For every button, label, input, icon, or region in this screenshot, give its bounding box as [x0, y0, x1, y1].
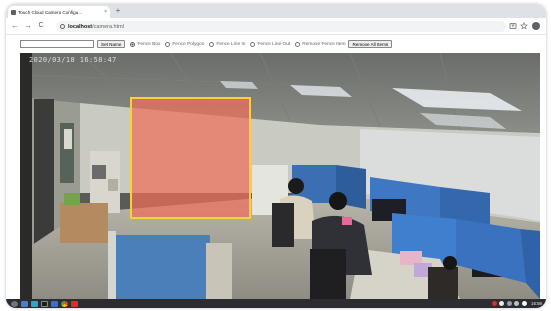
translate-icon[interactable] — [509, 22, 517, 30]
mode-radio-fence-polygon[interactable] — [165, 41, 171, 47]
notification-icon[interactable] — [499, 300, 504, 306]
reload-button[interactable]: C — [36, 21, 46, 31]
record-status-icon[interactable] — [491, 300, 497, 306]
clock[interactable]: 16:58 — [531, 301, 542, 306]
fence-controls: Set Name Fence Box Fence Polygon Fence L… — [6, 36, 546, 52]
fence-name-input[interactable] — [20, 40, 94, 48]
back-button[interactable]: ← — [10, 21, 20, 31]
camera-feed[interactable]: 2020/03/18 16:58:47 — [20, 53, 540, 299]
folder-icon[interactable] — [51, 300, 58, 307]
network-icon[interactable] — [506, 300, 512, 306]
new-tab-button[interactable]: + — [113, 6, 123, 16]
mode-label-remove-fence-item: Remove Fence Item — [302, 41, 346, 47]
page-favicon-icon — [11, 9, 16, 15]
tab-title: Touch Cloud Camera Configu... — [18, 9, 83, 15]
site-info-icon[interactable] — [60, 24, 65, 29]
os-taskbar: 16:58 — [6, 299, 546, 308]
mode-radio-remove-fence-item[interactable] — [295, 41, 301, 47]
mode-radio-fence-line-out[interactable] — [250, 41, 256, 47]
mode-label-fence-polygon: Fence Polygon — [172, 41, 205, 47]
url-host: localhost — [68, 23, 93, 30]
fence-box[interactable] — [130, 97, 251, 219]
mode-label-fence-line-out: Fence Line Out — [257, 41, 291, 47]
set-name-button[interactable]: Set Name — [97, 40, 126, 48]
address-bar[interactable]: localhost /camera.html — [56, 21, 506, 32]
remove-all-items-button[interactable]: Remove All Items — [348, 40, 393, 48]
launcher-icon[interactable] — [11, 300, 18, 307]
browser-window: Touch Cloud Camera Configu... × + ← → C … — [6, 4, 546, 308]
office-scene — [20, 53, 540, 299]
chrome-icon[interactable] — [61, 300, 68, 307]
mode-radio-fence-line-in[interactable] — [209, 41, 215, 47]
mode-label-fence-line-in: Fence Line In — [216, 41, 246, 47]
battery-icon[interactable] — [521, 300, 527, 306]
bird-app-icon[interactable] — [31, 300, 38, 307]
record-icon[interactable] — [71, 300, 78, 307]
forward-button[interactable]: → — [23, 21, 33, 31]
mode-radio-fence-box[interactable] — [130, 41, 136, 47]
browser-tab[interactable]: Touch Cloud Camera Configu... × — [8, 6, 110, 18]
browser-toolbar: ← → C localhost /camera.html — [6, 18, 546, 35]
url-path: /camera.html — [92, 23, 124, 30]
wifi-icon[interactable] — [514, 300, 519, 306]
profile-avatar-icon[interactable] — [532, 22, 540, 30]
terminal-icon[interactable] — [41, 300, 48, 307]
system-tray: 16:58 — [491, 300, 542, 306]
camera-timestamp: 2020/03/18 16:58:47 — [29, 56, 117, 64]
bookmark-star-icon[interactable] — [520, 22, 528, 30]
mode-label-fence-box: Fence Box — [137, 41, 161, 47]
tab-close-icon[interactable]: × — [104, 9, 107, 15]
files-icon[interactable] — [21, 300, 28, 307]
tab-strip: Touch Cloud Camera Configu... × + — [6, 4, 546, 18]
